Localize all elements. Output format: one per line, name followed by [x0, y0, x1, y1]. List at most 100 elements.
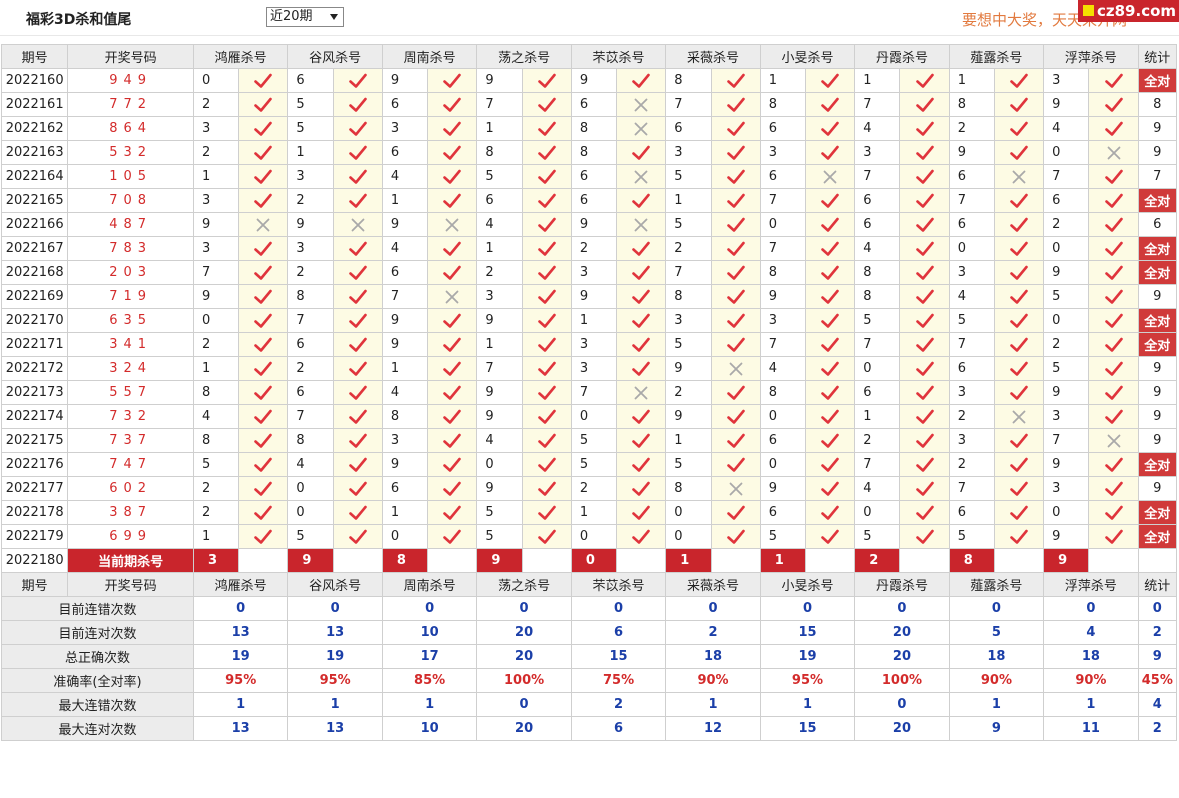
kill-number-cell: 6 [570, 164, 618, 189]
hit-cell [427, 452, 478, 477]
column-header: 期号 [0, 44, 69, 69]
hit-cell [332, 308, 383, 333]
total-cell: 9 [1137, 404, 1178, 429]
hit-cell [521, 404, 572, 429]
draw-numbers-cell: 864 [67, 116, 194, 141]
check-icon [726, 265, 745, 280]
check-icon [915, 385, 934, 400]
check-icon [537, 289, 556, 304]
cross-icon [349, 217, 367, 232]
stats-value: 20 [476, 644, 572, 669]
column-header: 芣苡杀号 [570, 572, 667, 597]
kill-number-cell: 8 [759, 260, 806, 285]
check-icon [537, 457, 556, 472]
check-icon [821, 457, 839, 472]
kill-number-cell: 0 [854, 356, 901, 381]
kill-number-cell: 5 [476, 524, 523, 549]
hit-cell [1088, 476, 1139, 501]
hit-cell [710, 452, 761, 477]
check-icon [537, 313, 556, 328]
hit-cell [804, 260, 856, 285]
check-icon [915, 121, 934, 136]
page-title: 福彩3D杀和值尾 [26, 12, 132, 28]
kill-number-cell: 2 [192, 476, 240, 501]
hit-cell [238, 380, 289, 405]
kill-number-cell: 3 [570, 260, 618, 285]
check-icon [1010, 433, 1028, 448]
check-icon [443, 169, 462, 184]
check-icon [1010, 73, 1028, 88]
cross-icon [727, 481, 745, 496]
table-row: 2022176 747 5 4 9 0 5 5 0 7 2 9 全对 [0, 452, 1178, 477]
hit-cell [521, 164, 572, 189]
check-icon [632, 265, 650, 280]
kill-number-cell: 8 [287, 428, 334, 453]
check-icon [915, 97, 934, 112]
hit-cell [804, 188, 856, 213]
issue-cell: 2022174 [0, 404, 69, 429]
check-icon [1010, 385, 1028, 400]
current-kill-number: 8 [948, 548, 995, 573]
hit-cell [332, 476, 383, 501]
hit-cell [804, 404, 856, 429]
hit-cell [427, 68, 478, 93]
draw-numbers-cell: 602 [67, 476, 194, 501]
kill-number-cell: 2 [287, 188, 334, 213]
hit-cell [710, 92, 761, 117]
column-header: 荡之杀号 [476, 572, 572, 597]
stats-value: 90% [948, 668, 1045, 693]
hit-cell [427, 332, 478, 357]
hit-cell [616, 236, 667, 261]
stats-value: 0 [665, 596, 761, 621]
check-icon [348, 529, 367, 544]
kill-number-cell: 9 [192, 284, 240, 309]
kill-number-cell: 0 [476, 452, 523, 477]
kill-number-cell: 5 [665, 452, 712, 477]
draw-numbers-cell: 708 [67, 188, 194, 213]
stats-label: 总正确次数 [1, 644, 194, 669]
check-icon [254, 313, 273, 328]
check-icon [537, 169, 556, 184]
check-icon [1104, 361, 1123, 376]
kill-number-cell: 2 [570, 236, 618, 261]
draw-numbers-cell: 732 [67, 404, 194, 429]
check-icon [537, 121, 556, 136]
hit-cell [993, 500, 1045, 525]
stats-label: 最大连错次数 [1, 692, 194, 717]
stats-value: 75% [570, 668, 667, 693]
check-icon [821, 193, 839, 208]
kill-number-cell: 4 [854, 116, 901, 141]
stats-value: 6 [570, 620, 667, 645]
hit-cell [332, 284, 383, 309]
kill-number-cell: 5 [854, 308, 901, 333]
kill-number-cell: 7 [665, 260, 712, 285]
draw-numbers-cell: 699 [67, 524, 194, 549]
kill-number-cell: 6 [854, 212, 901, 237]
check-icon [821, 409, 839, 424]
hit-cell [521, 356, 572, 381]
total-cell: 9 [1137, 428, 1178, 453]
stats-value: 100% [854, 668, 950, 693]
site-logo[interactable]: cz89.com [1078, 0, 1179, 22]
cross-icon [632, 169, 650, 184]
draw-numbers-cell: 487 [67, 212, 194, 237]
cross-icon [1010, 169, 1028, 184]
period-select[interactable]: 近20期 [266, 7, 344, 27]
check-icon [254, 385, 273, 400]
kill-number-cell: 8 [192, 380, 240, 405]
hit-cell [710, 380, 761, 405]
kill-number-cell: 4 [759, 356, 806, 381]
stats-value: 10 [381, 716, 478, 741]
hit-cell [1088, 404, 1139, 429]
kill-number-cell: 2 [192, 500, 240, 525]
hit-cell [710, 500, 761, 525]
draw-numbers-cell: 324 [67, 356, 194, 381]
kill-number-cell: 9 [381, 212, 429, 237]
kill-number-cell: 2 [948, 452, 995, 477]
miss-cell [993, 404, 1045, 429]
total-cell: 9 [1137, 476, 1178, 501]
stats-label: 目前连对次数 [1, 620, 194, 645]
kill-number-cell: 6 [287, 380, 334, 405]
hit-cell [332, 500, 383, 525]
stats-value: 15 [570, 644, 667, 669]
